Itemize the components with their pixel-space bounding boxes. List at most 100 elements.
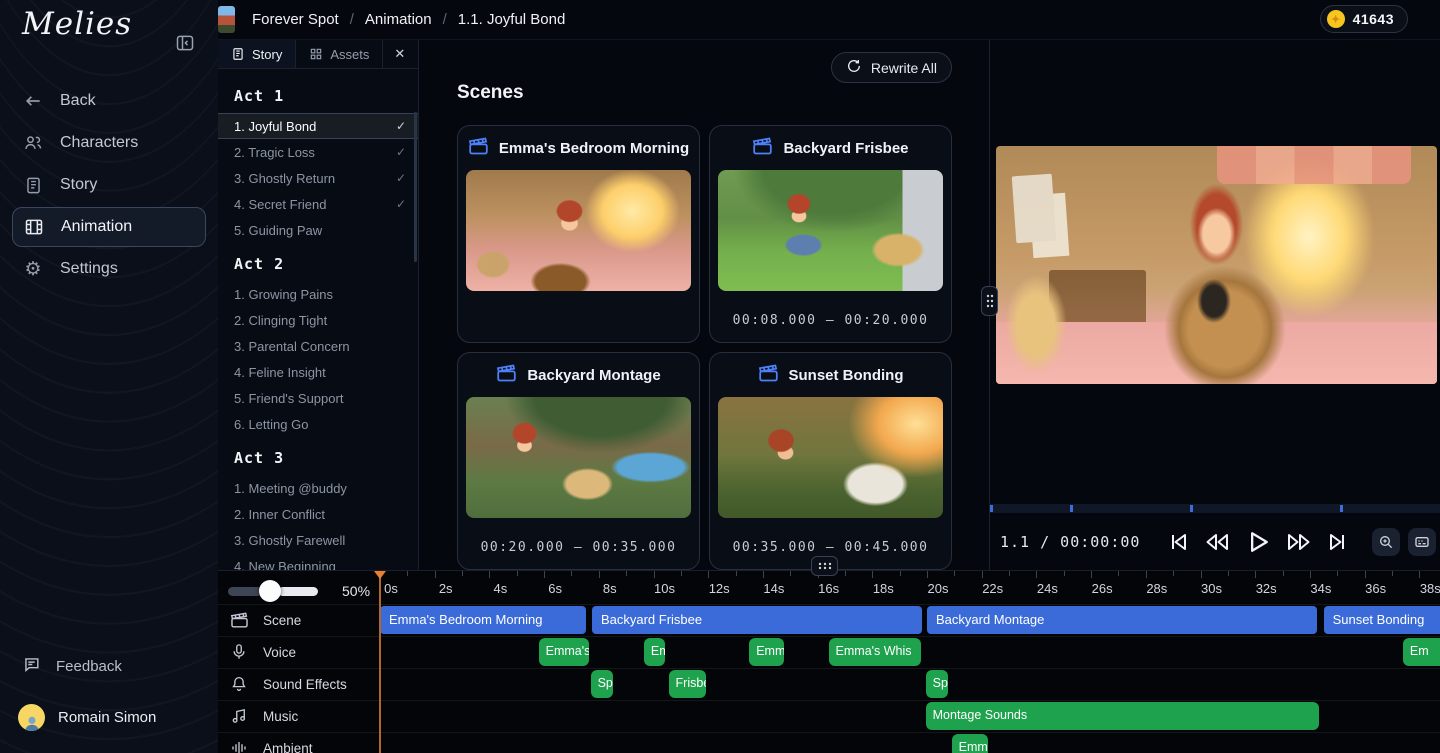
clapperboard-icon (752, 136, 773, 161)
ruler-tick (1310, 571, 1311, 578)
skip-end-button[interactable] (1326, 530, 1350, 554)
zoom-slider-track-right (278, 587, 318, 596)
credits-badge[interactable]: ✦ 41643 (1320, 5, 1408, 33)
track-label: Sound Effects (263, 677, 347, 692)
sidebar-item-characters[interactable]: Characters (0, 122, 218, 164)
scene-card-backyard-frisbee[interactable]: Backyard Frisbee 00:08.000 – 00:20.000 (709, 125, 952, 343)
breadcrumb-project[interactable]: Forever Spot (252, 11, 339, 28)
scene-clip[interactable]: Backyard Frisbee (592, 606, 922, 634)
breadcrumb-section[interactable]: Animation (365, 11, 432, 28)
sidebar-item-settings[interactable]: ⚙ Settings (0, 248, 218, 290)
story-list: Act 11. Joyful Bond✓2. Tragic Loss✓3. Gh… (218, 69, 418, 579)
scene-thumbnail[interactable] (718, 397, 943, 518)
ruler-tick (1036, 571, 1037, 578)
voice-clip[interactable]: Emma (644, 638, 665, 666)
scene-card-sunset-bonding[interactable]: Sunset Bonding 00:35.000 – 00:45.000 (709, 352, 952, 570)
rewrite-icon (846, 58, 862, 77)
track-ambient[interactable]: Ambient (218, 732, 378, 753)
panel-resize-handle-horizontal[interactable] (811, 556, 838, 576)
music-clip[interactable]: Montage Sounds (926, 702, 1319, 730)
scene-clip[interactable]: Backyard Montage (927, 606, 1317, 634)
voice-clip[interactable]: Emma's Whis (829, 638, 921, 666)
timeline-minimap[interactable] (990, 504, 1440, 513)
scenes-title: Scenes (457, 82, 524, 104)
scene-clip[interactable]: Emma's Bedroom Morning (380, 606, 586, 634)
sidebar-item-story[interactable]: Story (0, 164, 218, 206)
microphone-icon (229, 643, 249, 661)
user-menu[interactable]: Romain Simon (0, 690, 218, 753)
track-scene[interactable]: Scene (218, 604, 378, 636)
breadcrumb-scene[interactable]: 1.1. Joyful Bond (458, 11, 566, 28)
voice-clip[interactable]: Emma (749, 638, 784, 666)
ruler-tick (790, 571, 791, 576)
sound_effects-clip[interactable]: Spo (591, 670, 614, 698)
project-thumbnail[interactable] (218, 6, 235, 33)
minimap-marker (1190, 505, 1193, 512)
story-scene-item[interactable]: 2. Clinging Tight (218, 307, 418, 333)
tab-label: Assets (330, 47, 369, 62)
track-sound-effects[interactable]: Sound Effects (218, 668, 378, 700)
sidebar-item-label: Characters (60, 134, 138, 152)
ruler-tick-label: 14s (757, 581, 791, 596)
ruler-tick (1064, 571, 1065, 576)
sidebar-collapse-icon[interactable] (172, 30, 198, 56)
ambient-clip[interactable]: Emma (952, 734, 988, 753)
scene-card-emmas-bedroom-morning[interactable]: Emma's Bedroom Morning (457, 125, 700, 343)
voice-clip[interactable]: Emma's (539, 638, 589, 666)
fast-forward-button[interactable] (1286, 530, 1312, 554)
scene-clip[interactable]: Sunset Bonding (1324, 606, 1440, 634)
rewind-button[interactable] (1204, 530, 1230, 554)
sidebar-item-animation[interactable]: Animation (12, 207, 206, 247)
tab-assets[interactable]: Assets (296, 40, 383, 68)
tab-story[interactable]: Story (218, 40, 296, 68)
story-scene-item[interactable]: 4. Feline Insight (218, 359, 418, 385)
story-scene-label: 1. Meeting @buddy (234, 481, 347, 496)
zoom-slider-knob[interactable] (259, 580, 281, 602)
zoom-slider[interactable] (228, 580, 318, 602)
book-icon (231, 47, 245, 61)
panel-resize-handle-vertical[interactable] (981, 286, 998, 316)
voice-clip[interactable]: Em (1403, 638, 1440, 666)
clapperboard-icon (758, 363, 779, 388)
captions-icon[interactable] (1408, 528, 1436, 556)
scene-thumbnail[interactable] (466, 397, 691, 518)
story-scene-item[interactable]: 3. Ghostly Farewell (218, 527, 418, 553)
story-scene-item[interactable]: 1. Growing Pains (218, 281, 418, 307)
scene-timecode: 00:08.000 – 00:20.000 (710, 313, 951, 328)
scene-card-header: Sunset Bonding (710, 353, 951, 397)
film-icon (23, 217, 45, 237)
sidebar-item-back[interactable]: Back (0, 80, 218, 122)
story-scene-item[interactable]: 3. Parental Concern (218, 333, 418, 359)
play-button[interactable] (1244, 528, 1272, 556)
timeline: 50% 0s2s4s6s8s10s12s14s16s18s20s22s24s26… (218, 570, 1440, 753)
story-scene-item[interactable]: 5. Guiding Paw (218, 217, 418, 243)
story-scene-item[interactable]: 2. Inner Conflict (218, 501, 418, 527)
ruler-tick-label: 38s (1413, 581, 1440, 596)
zoom-in-icon[interactable] (1372, 528, 1400, 556)
close-icon[interactable]: ✕ (383, 40, 416, 68)
story-scrollbar[interactable] (414, 112, 417, 262)
story-scene-item[interactable]: 1. Joyful Bond✓ (218, 113, 418, 139)
story-scene-item[interactable]: 1. Meeting @buddy (218, 475, 418, 501)
track-music[interactable]: Music (218, 700, 378, 732)
story-scene-item[interactable]: 2. Tragic Loss✓ (218, 139, 418, 165)
story-scene-item[interactable]: 3. Ghostly Return✓ (218, 165, 418, 191)
rewrite-all-button[interactable]: Rewrite All (831, 52, 952, 83)
feedback-button[interactable]: Feedback (0, 643, 218, 690)
story-scene-item[interactable]: 6. Letting Go (218, 411, 418, 437)
skip-start-button[interactable] (1166, 530, 1190, 554)
sound_effects-clip[interactable]: Spo (926, 670, 949, 698)
ruler-tick-label: 30s (1195, 581, 1229, 596)
scene-thumbnail[interactable] (718, 170, 943, 291)
story-scene-item[interactable]: 5. Friend's Support (218, 385, 418, 411)
story-scene-item[interactable]: 4. Secret Friend✓ (218, 191, 418, 217)
ruler-tick-label: 2s (429, 581, 463, 596)
preview-image[interactable] (996, 146, 1437, 384)
sound_effects-clip[interactable]: Frisbe (669, 670, 707, 698)
waveform-icon (229, 739, 249, 753)
scene-thumbnail[interactable] (466, 170, 691, 291)
playhead-marker[interactable] (374, 571, 386, 579)
timeline-ruler[interactable]: 0s2s4s6s8s10s12s14s16s18s20s22s24s26s28s… (378, 571, 1440, 604)
track-voice[interactable]: Voice (218, 636, 378, 668)
scene-card-backyard-montage[interactable]: Backyard Montage 00:20.000 – 00:35.000 (457, 352, 700, 570)
